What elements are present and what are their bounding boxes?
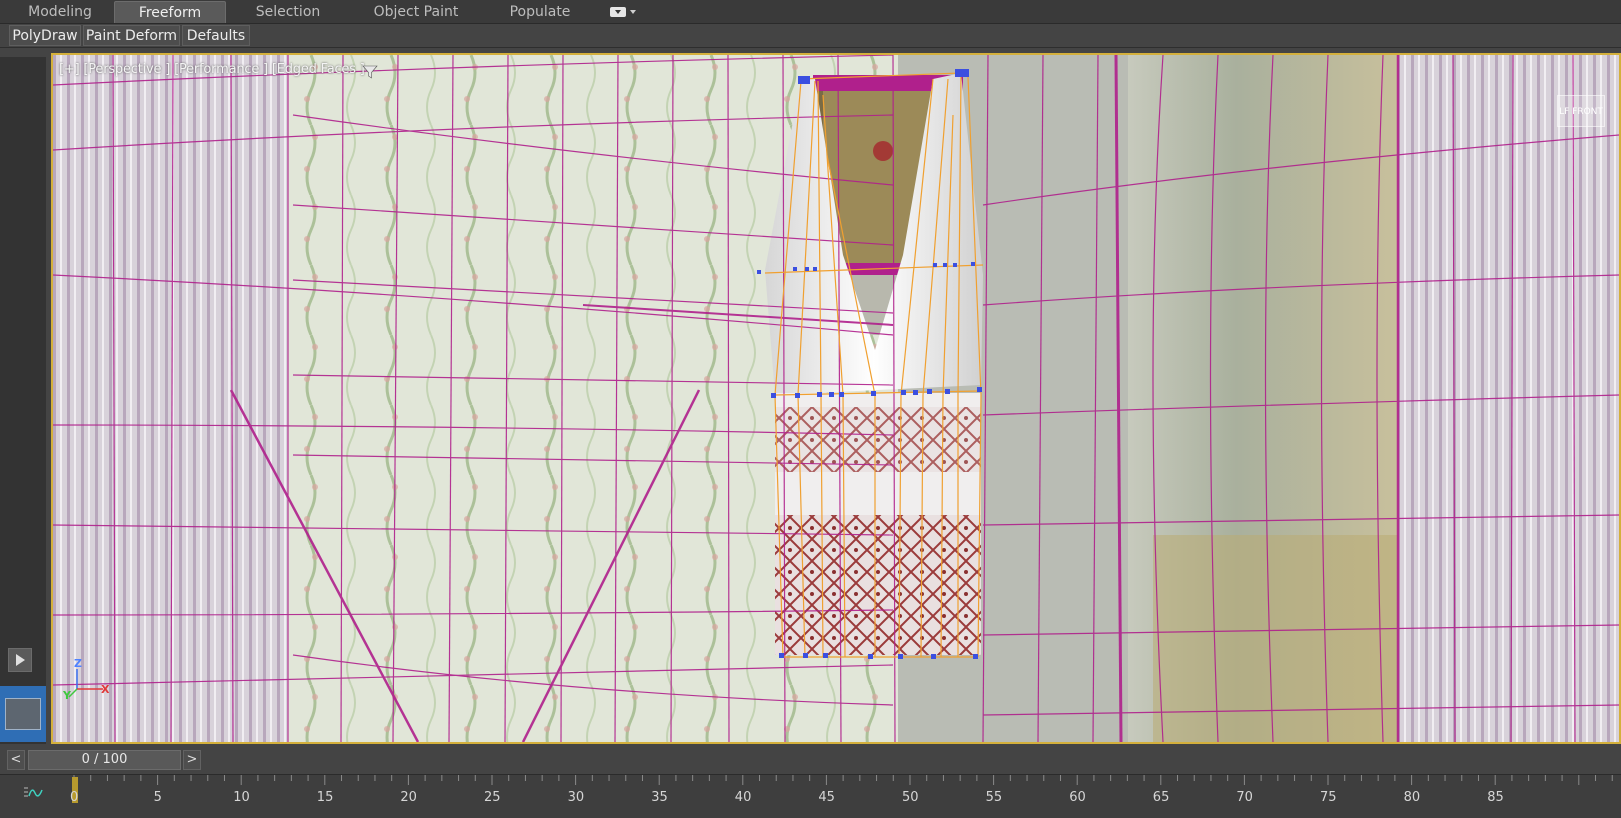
next-frame-button[interactable]: > <box>183 750 201 770</box>
ruler-tick-label: 10 <box>233 790 250 805</box>
tab-modeling[interactable]: Modeling <box>10 1 110 23</box>
expand-panel-button[interactable] <box>8 648 32 672</box>
polydraw-button[interactable]: PolyDraw <box>9 25 81 46</box>
ruler-tick-label: 0 <box>70 790 79 805</box>
tab-populate[interactable]: Populate <box>490 1 590 23</box>
viewcube[interactable]: LF FRONT <box>1557 95 1605 127</box>
play-icon <box>15 654 25 666</box>
viewport-scene[interactable] <box>53 55 1619 742</box>
axis-x-label: X <box>101 683 110 696</box>
axis-z-label: Z <box>74 657 82 670</box>
tab-object-paint[interactable]: Object Paint <box>360 1 472 23</box>
layout-thumbnail-preview <box>5 698 41 730</box>
paint-deform-button[interactable]: Paint Deform <box>83 25 180 46</box>
chevron-down-icon <box>630 10 636 14</box>
ruler-tick-label: 70 <box>1236 790 1253 805</box>
prev-frame-button[interactable]: < <box>7 750 25 770</box>
ruler-tick-label: 75 <box>1320 790 1337 805</box>
tab-selection[interactable]: Selection <box>233 1 343 23</box>
track-ruler[interactable] <box>70 775 1621 818</box>
curve-editor-icon[interactable] <box>22 784 44 802</box>
ribbon-tab-bar: Modeling Freeform Selection Object Paint… <box>0 0 1621 24</box>
time-slider[interactable]: 0 / 100 <box>28 750 181 770</box>
ruler-tick-label: 45 <box>818 790 835 805</box>
app-window: Modeling Freeform Selection Object Paint… <box>0 0 1621 818</box>
viewport-label-menu[interactable]: [+] [Perspective ] [Performance ] [Edged… <box>59 62 365 77</box>
filter-icon[interactable] <box>362 64 378 80</box>
ruler-tick-label: 5 <box>153 790 162 805</box>
ruler-tick-label: 30 <box>567 790 585 805</box>
left-dock-panel <box>0 57 46 744</box>
ruler-tick-label: 40 <box>734 790 752 805</box>
viewport-layout-thumbnail[interactable] <box>0 686 46 742</box>
defaults-button[interactable]: Defaults <box>182 25 250 46</box>
ruler-tick-label: 80 <box>1403 790 1421 805</box>
ribbon-overflow-button[interactable] <box>605 3 641 21</box>
ruler-tick-label: 85 <box>1487 790 1504 805</box>
axis-y-label: Y <box>63 689 71 702</box>
ruler-tick-label: 15 <box>316 790 334 805</box>
ruler-tick-label: 60 <box>1069 790 1086 805</box>
ribbon-display-icon <box>610 7 626 17</box>
time-slider-bar: < 0 / 100 > <box>0 744 1621 774</box>
perspective-viewport[interactable]: [+] [Perspective ] [Performance ] [Edged… <box>51 53 1621 744</box>
axis-tripod: Z Y X <box>63 657 113 709</box>
ruler-tick-label: 55 <box>985 790 1003 805</box>
ruler-tick-label: 25 <box>484 790 501 805</box>
left-dock-strip <box>0 49 50 744</box>
ruler-tick-label: 20 <box>400 790 417 805</box>
ruler-tick-label: 65 <box>1152 790 1170 805</box>
ruler-tick-label: 50 <box>902 790 919 805</box>
track-bar: 0 5 10 15 20 25 30 35 40 45 50 55 60 65 70 75 80 85 <box>0 774 1621 818</box>
tab-freeform[interactable]: Freeform <box>114 1 226 23</box>
ribbon-panel-row: PolyDraw Paint Deform Defaults <box>0 24 1621 48</box>
ruler-tick-label: 35 <box>651 790 668 805</box>
